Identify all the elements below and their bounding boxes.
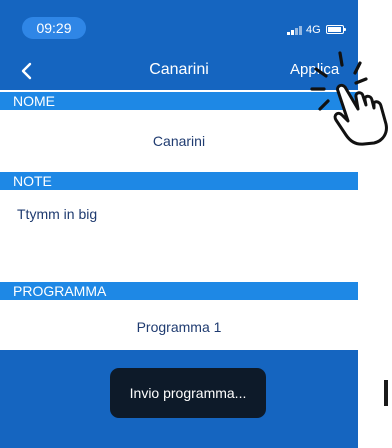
signal-icon [287, 25, 303, 35]
tap-hand-icon [310, 51, 388, 146]
chevron-left-icon [21, 62, 32, 80]
sending-toast: Invio programma... [110, 368, 266, 418]
status-bar: 09:29 4G [0, 0, 358, 40]
section-header-note: NOTE [0, 172, 358, 190]
network-type: 4G [306, 24, 321, 36]
side-mark [384, 380, 388, 406]
status-time: 09:29 [22, 17, 86, 39]
notes-field[interactable]: Ttymm in big [17, 205, 97, 223]
section-header-programma: PROGRAMMA [0, 282, 358, 300]
screen-title: Canarini [149, 61, 209, 78]
program-field[interactable]: Programma 1 [0, 318, 358, 336]
back-button[interactable] [16, 60, 38, 82]
battery-icon [326, 25, 346, 34]
